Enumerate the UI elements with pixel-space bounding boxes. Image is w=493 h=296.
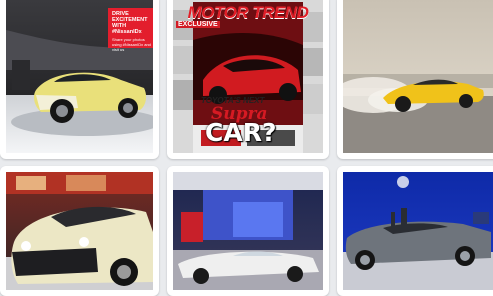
photo-tile-1[interactable]: DRIVE EXCITEMENT WITH #NissanIDx Share y… (0, 0, 159, 159)
photo-gray-convertible-image (343, 172, 493, 290)
photo-yellow-concept-car[interactable]: DRIVE EXCITEMENT WITH #NissanIDx Share y… (6, 0, 153, 153)
photo-cream-concept-car[interactable] (6, 172, 153, 290)
photo-white-roadster-image (173, 172, 323, 290)
ad-billboard: DRIVE EXCITEMENT WITH #NissanIDx Share y… (108, 8, 153, 52)
billboard-line-1: DRIVE EXCITEMENT (112, 11, 148, 23)
photo-tile-4[interactable] (0, 166, 159, 296)
magazine-car-text: CAR? (205, 118, 277, 147)
photo-corvette-drifting-image (343, 0, 493, 153)
photo-tile-5[interactable] (167, 166, 329, 296)
photo-tile-6[interactable] (337, 166, 493, 296)
magazine-title: MOTOR TREND (187, 3, 309, 22)
magazine-exclusive-label: EXCLUSIVE (176, 21, 220, 28)
photo-tile-3[interactable] (337, 0, 493, 159)
photo-cream-concept-car-image (6, 172, 153, 290)
billboard-line-2: WITH #NissanIDx (112, 23, 142, 35)
photo-tile-2[interactable]: MOTOR TREND EXCLUSIVE TOYOTA'S NEXT Supr… (167, 0, 329, 159)
billboard-small-text: Share your photos using #NissanIDx and v… (112, 37, 151, 52)
photo-corvette-drifting[interactable] (343, 0, 493, 153)
photo-magazine-cover[interactable]: MOTOR TREND EXCLUSIVE TOYOTA'S NEXT Supr… (173, 0, 323, 153)
photo-white-roadster[interactable] (173, 172, 323, 290)
photo-gray-convertible[interactable] (343, 172, 493, 290)
